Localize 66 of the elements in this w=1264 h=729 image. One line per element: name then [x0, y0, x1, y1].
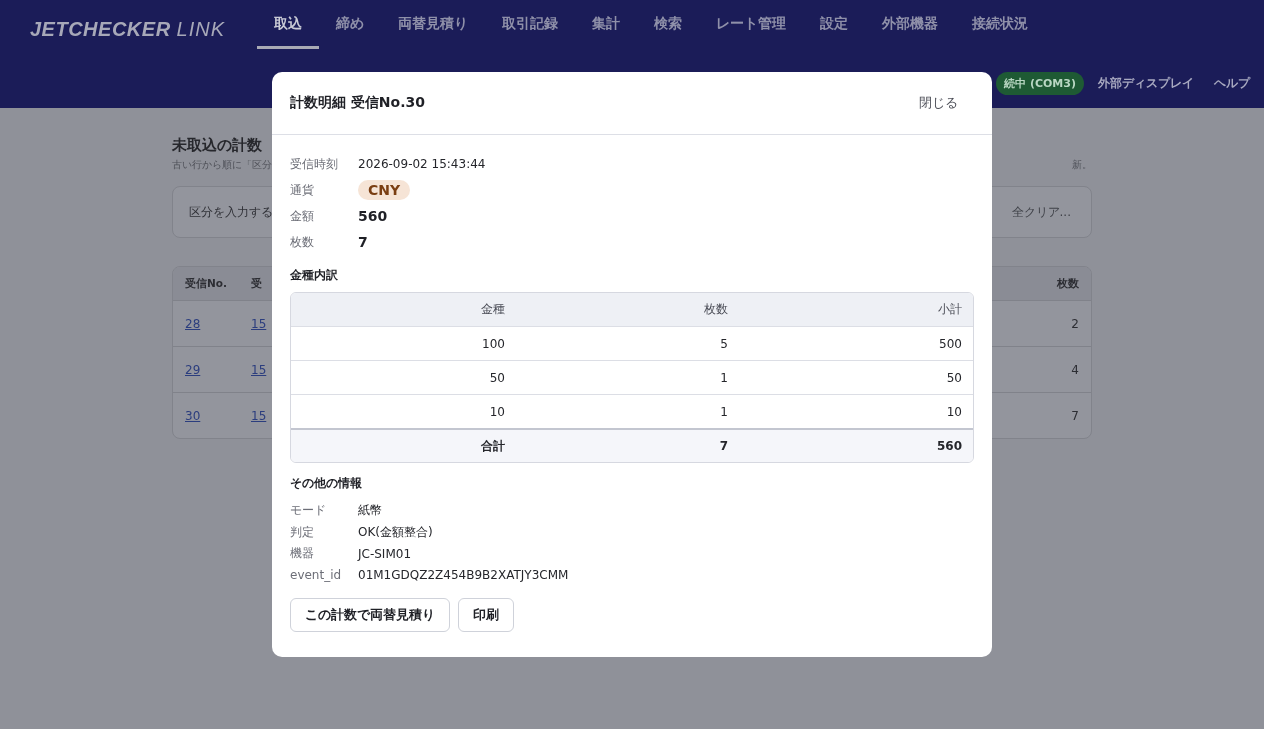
field-label: 金額: [290, 207, 315, 225]
nav-tab[interactable]: 取込: [257, 1, 319, 49]
column-header: 金種: [480, 301, 506, 318]
nav-tab[interactable]: 締め: [319, 1, 381, 49]
close-button[interactable]: 閉じる: [903, 88, 974, 118]
table-cell-text: 100: [481, 336, 506, 351]
nav-tab[interactable]: 両替見積り: [381, 1, 485, 49]
section-title: 金種内訳: [290, 267, 339, 284]
table-cell-text: 1: [719, 370, 729, 385]
nav-tab[interactable]: レート管理: [699, 1, 803, 49]
nav-tab[interactable]: 設定: [803, 1, 865, 49]
field-label: 通貨: [290, 181, 315, 199]
info-value: 紙幣: [358, 502, 382, 520]
section-title: その他の情報: [290, 475, 363, 492]
dialog-title: 計数明細 受信No.30: [290, 94, 425, 112]
table-cell-text: 50: [488, 370, 506, 385]
estimate-button[interactable]: この計数で両替見積り: [290, 598, 450, 632]
column-header: 枚数: [1057, 276, 1079, 289]
table-cell-text: 50: [945, 370, 963, 385]
column-header: 小計: [937, 301, 963, 318]
table-cell-text: 500: [938, 336, 963, 351]
table-cell-text: 10: [488, 404, 506, 419]
clear-all-button[interactable]: 全クリア...: [1011, 203, 1071, 221]
info-label: 機器: [290, 545, 315, 563]
table-cell: 4: [1071, 362, 1079, 377]
total-cell-text: 合計: [480, 437, 506, 455]
print-button[interactable]: 印刷: [458, 598, 514, 632]
column-header: 受信No.: [185, 276, 227, 289]
nav-tab[interactable]: 集計: [575, 1, 637, 49]
nav-tab[interactable]: 取引記録: [485, 1, 575, 49]
info-label: event_id: [290, 568, 343, 583]
table-cell: 2: [1071, 316, 1079, 331]
receipt-link[interactable]: 30: [185, 408, 201, 423]
table-cell-text: 5: [719, 336, 729, 351]
field-value: 560: [358, 208, 388, 224]
logo: JETCHECKER LINK: [30, 16, 227, 42]
info-label: 判定: [290, 523, 315, 541]
connection-status-badge: 続中 (COM3): [996, 71, 1084, 95]
receipt-link[interactable]: 28: [185, 316, 201, 331]
time-link[interactable]: 15: [251, 362, 267, 377]
table-cell: 7: [1071, 408, 1079, 423]
time-link[interactable]: 15: [251, 408, 267, 423]
total-cell-text: 7: [718, 439, 729, 453]
field-label: 受信時刻: [290, 155, 339, 173]
column-header: 受: [251, 276, 262, 289]
nav-tab[interactable]: 外部機器: [865, 1, 955, 49]
page-title: 未取込の計数: [172, 136, 263, 155]
time-link[interactable]: 15: [251, 316, 267, 331]
nav-tab[interactable]: 接続状況: [955, 1, 1045, 49]
nav-tab[interactable]: 検索: [637, 1, 699, 49]
info-label: モード: [290, 502, 327, 520]
filter-label: 区分を入力する: [189, 204, 273, 220]
header-link[interactable]: ヘルプ: [1204, 74, 1260, 92]
total-cell-text: 560: [935, 439, 963, 453]
table-cell-text: 10: [945, 404, 963, 419]
field-value: 7: [358, 234, 368, 250]
info-value: OK(金額整合): [358, 523, 433, 541]
currency-badge: CNY: [358, 180, 411, 200]
info-value: JC-SIM01: [358, 546, 412, 561]
table-cell-text: 1: [719, 404, 729, 419]
column-header: 枚数: [703, 301, 729, 318]
header-link[interactable]: 外部ディスプレイ: [1088, 74, 1204, 92]
receipt-link[interactable]: 29: [185, 362, 201, 377]
field-value: 2026-09-02 15:43:44: [358, 157, 486, 171]
info-value: 01M1GDQZ2Z454B9B2XATJY3CMM: [358, 568, 569, 583]
field-label: 枚数: [290, 233, 315, 251]
